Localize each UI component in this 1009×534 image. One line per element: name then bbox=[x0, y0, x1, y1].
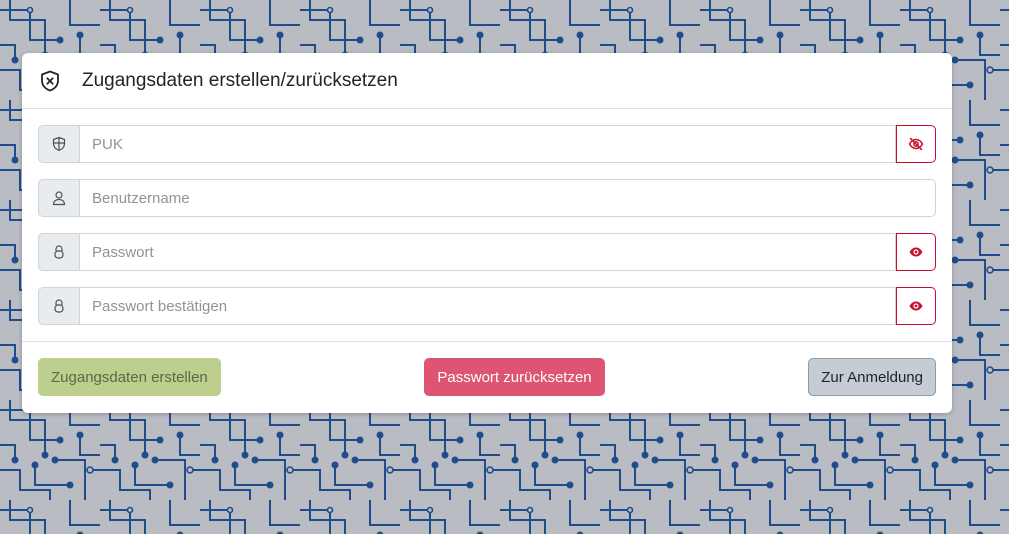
eye-icon bbox=[909, 301, 923, 311]
dialog-title: Zugangsdaten erstellen/zurücksetzen bbox=[82, 69, 398, 91]
password-confirm-input[interactable] bbox=[80, 287, 896, 325]
dialog-body bbox=[22, 109, 952, 342]
username-input-group bbox=[38, 179, 936, 217]
lock-icon bbox=[38, 233, 80, 271]
username-input[interactable] bbox=[80, 179, 936, 217]
shield-x-icon bbox=[38, 69, 62, 93]
lock-icon bbox=[38, 287, 80, 325]
dialog-footer: Zugangsdaten erstellen Passwort zurückse… bbox=[22, 342, 952, 412]
shield-icon bbox=[38, 125, 80, 163]
password-visibility-toggle[interactable] bbox=[896, 233, 936, 271]
puk-input-group bbox=[38, 125, 936, 163]
credentials-dialog: Zugangsdaten erstellen/zurücksetzen Benu… bbox=[22, 53, 952, 413]
puk-input[interactable] bbox=[80, 125, 896, 163]
puk-visibility-toggle[interactable] bbox=[896, 125, 936, 163]
dialog-header: Zugangsdaten erstellen/zurücksetzen bbox=[22, 53, 952, 109]
eye-slash-icon bbox=[908, 137, 924, 151]
password-confirm-visibility-toggle[interactable] bbox=[896, 287, 936, 325]
eye-icon bbox=[909, 247, 923, 257]
create-credentials-button[interactable]: Zugangsdaten erstellen bbox=[38, 358, 221, 396]
reset-password-button[interactable]: Passwort zurücksetzen bbox=[424, 358, 605, 396]
password-input[interactable] bbox=[80, 233, 896, 271]
to-login-button[interactable]: Zur Anmeldung bbox=[808, 358, 936, 396]
password-input-group bbox=[38, 233, 936, 271]
password-confirm-input-group bbox=[38, 287, 936, 325]
person-icon bbox=[38, 179, 80, 217]
